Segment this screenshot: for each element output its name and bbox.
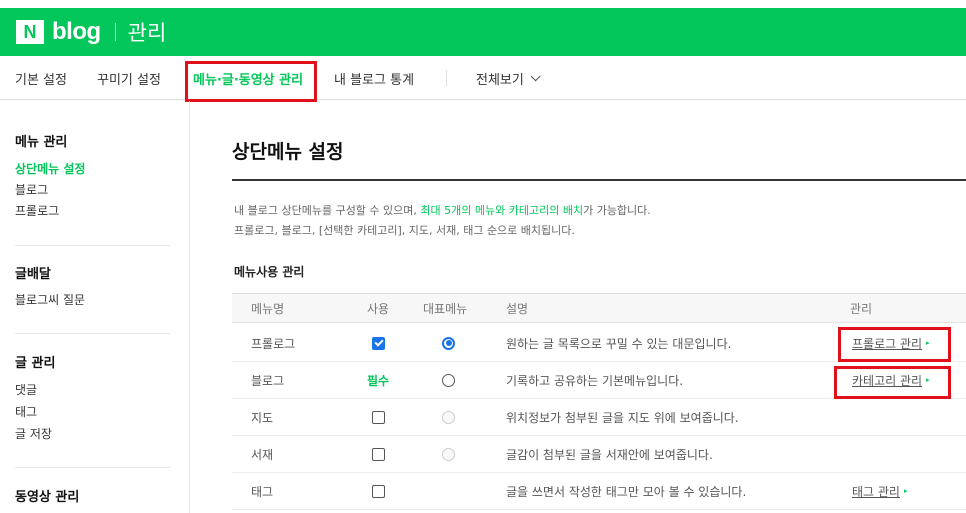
use-checkbox[interactable] bbox=[372, 484, 385, 498]
menu-description: 기록하고 공유하는 기본메뉴입니다. bbox=[506, 373, 684, 388]
required-label: 필수 bbox=[367, 373, 390, 388]
nav-basic-settings[interactable]: 기본 설정 bbox=[15, 56, 67, 100]
use-checkbox[interactable] bbox=[372, 336, 385, 350]
menu-usage-title: 메뉴사용 관리 bbox=[234, 265, 305, 279]
col-representative: 대표메뉴 bbox=[423, 302, 468, 316]
menu-table-header: 메뉴명 사용 대표메뉴 설명 관리 bbox=[232, 293, 966, 323]
sidebar-section-posts: 글 관리 bbox=[15, 356, 56, 371]
row-divider bbox=[232, 509, 966, 510]
table-row: 지도 위치정보가 첨부된 글을 지도 위에 보여줍니다. bbox=[232, 399, 966, 435]
nav-decorate-settings[interactable]: 꾸미기 설정 bbox=[97, 56, 161, 100]
col-manage: 관리 bbox=[850, 302, 873, 316]
sidebar-item-top-menu[interactable]: 상단메뉴 설정 bbox=[15, 160, 85, 177]
blog-admin-page: N blog 관리 기본 설정 꾸미기 설정 메뉴·글·동영상 관리 내 블로그… bbox=[0, 0, 966, 513]
page-title: 상단메뉴 설정 bbox=[232, 141, 344, 163]
menu-name: 지도 bbox=[251, 410, 274, 425]
highlight-box-nav bbox=[185, 61, 317, 102]
menu-description: 원하는 글 목록으로 꾸밀 수 있는 대문입니다. bbox=[506, 336, 732, 351]
col-menu-name: 메뉴명 bbox=[251, 302, 285, 316]
sidebar-item-prologue[interactable]: 프롤로그 bbox=[15, 202, 59, 219]
sidebar-item-blog[interactable]: 블로그 bbox=[15, 181, 48, 198]
nav-blog-stats[interactable]: 내 블로그 통계 bbox=[334, 56, 414, 100]
blog-logo[interactable]: blog bbox=[52, 18, 101, 46]
nav-view-all[interactable]: 전체보기 bbox=[476, 56, 541, 100]
sidebar-item-blogssi-question[interactable]: 블로그씨 질문 bbox=[15, 291, 85, 308]
sidebar-section-menu: 메뉴 관리 bbox=[15, 135, 68, 150]
menu-name: 블로그 bbox=[251, 373, 285, 388]
sidebar-item-tags[interactable]: 태그 bbox=[15, 403, 37, 420]
col-description: 설명 bbox=[506, 302, 529, 316]
menu-description: 글감이 첨부된 글을 서재안에 보여줍니다. bbox=[506, 447, 713, 462]
menu-description: 글을 쓰면서 작성한 태그만 모아 볼 수 있습니다. bbox=[506, 484, 747, 499]
menu-name: 태그 bbox=[251, 484, 274, 499]
description-text: 내 블로그 상단메뉴를 구성할 수 있으며, bbox=[234, 204, 421, 217]
description-text: 가 가능합니다. bbox=[583, 204, 651, 217]
use-checkbox[interactable] bbox=[372, 447, 385, 461]
sidebar-section-delivery: 글배달 bbox=[15, 267, 51, 282]
header-divider bbox=[114, 23, 116, 41]
highlight-box-category-manage bbox=[834, 366, 951, 399]
tag-manage-link[interactable]: 태그 관리 ▸ bbox=[852, 473, 908, 509]
highlight-box-prologue-manage bbox=[838, 327, 951, 362]
page-header-title: 관리 bbox=[127, 21, 167, 45]
representative-radio[interactable] bbox=[442, 373, 455, 387]
menu-name: 서재 bbox=[251, 447, 274, 462]
sidebar-item-comments[interactable]: 댓글 bbox=[15, 381, 37, 398]
nav-divider bbox=[446, 70, 447, 86]
top-bar: N blog 관리 bbox=[0, 8, 966, 56]
representative-radio bbox=[442, 410, 455, 424]
title-rule bbox=[232, 179, 966, 181]
table-row: 태그 글을 쓰면서 작성한 태그만 모아 볼 수 있습니다. 태그 관리 ▸ bbox=[232, 473, 966, 509]
description-line-1: 내 블로그 상단메뉴를 구성할 수 있으며, 최대 5개의 메뉴와 카테고리의 … bbox=[234, 202, 651, 218]
use-checkbox[interactable] bbox=[372, 410, 385, 424]
table-row: 서재 글감이 첨부된 글을 서재안에 보여줍니다. bbox=[232, 436, 966, 472]
chevron-down-icon bbox=[530, 70, 541, 81]
manage-link-label: 태그 관리 bbox=[852, 484, 900, 499]
nav-view-all-label: 전체보기 bbox=[476, 72, 524, 88]
representative-radio[interactable] bbox=[442, 336, 455, 350]
sidebar-section-video: 동영상 관리 bbox=[15, 490, 80, 505]
arrow-right-icon: ▸ bbox=[903, 487, 908, 495]
menu-name: 프롤로그 bbox=[251, 336, 296, 351]
sidebar-divider bbox=[15, 245, 170, 246]
sidebar: 메뉴 관리 상단메뉴 설정 블로그 프롤로그 글배달 블로그씨 질문 글 관리 … bbox=[0, 101, 190, 513]
settings-nav: 기본 설정 꾸미기 설정 메뉴·글·동영상 관리 내 블로그 통계 전체보기 bbox=[0, 56, 966, 100]
description-line-2: 프롤로그, 블로그, [선택한 카테고리], 지도, 서재, 태그 순으로 배치… bbox=[234, 224, 575, 237]
description-highlight: 최대 5개의 메뉴와 카테고리의 배치 bbox=[420, 204, 584, 217]
sidebar-divider bbox=[15, 467, 170, 468]
naver-logo-icon[interactable]: N bbox=[16, 20, 44, 44]
representative-radio bbox=[442, 447, 455, 461]
sidebar-divider bbox=[15, 333, 170, 334]
sidebar-item-saved-posts[interactable]: 글 저장 bbox=[15, 425, 52, 442]
col-use: 사용 bbox=[367, 302, 390, 316]
menu-description: 위치정보가 첨부된 글을 지도 위에 보여줍니다. bbox=[506, 410, 739, 425]
